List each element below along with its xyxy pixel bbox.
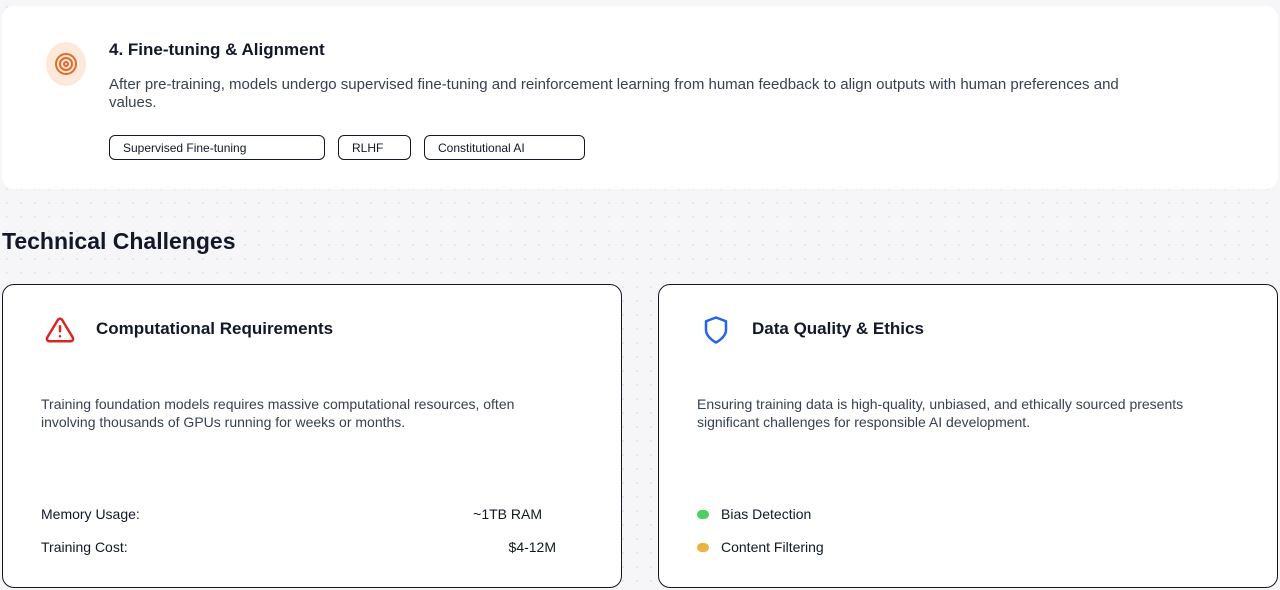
feature-label: Content Filtering xyxy=(721,539,824,555)
section-title: Technical Challenges xyxy=(2,228,236,254)
challenge-description: Training foundation models requires mass… xyxy=(41,396,515,430)
tag-list: Supervised Fine-tuning RLHF Constitution… xyxy=(109,135,585,160)
metric-value-cost: $4-12M xyxy=(508,539,556,555)
challenge-card-computational: Computational Requirements Training foun… xyxy=(2,284,622,588)
status-dot-green xyxy=(697,509,709,519)
tag-constitutional-ai[interactable]: Constitutional AI xyxy=(424,135,585,160)
challenge-card-data-quality: Data Quality & Ethics Ensuring training … xyxy=(658,284,1278,588)
metric-label-memory: Memory Usage: xyxy=(41,506,140,522)
challenge-description: Ensuring training data is high-quality, … xyxy=(697,396,1184,430)
tag-supervised-fine-tuning[interactable]: Supervised Fine-tuning xyxy=(109,135,325,160)
tag-rlhf[interactable]: RLHF xyxy=(338,135,411,160)
feature-label: Bias Detection xyxy=(721,506,812,522)
challenge-title: Data Quality & Ethics xyxy=(752,319,924,338)
metric-label-cost: Training Cost: xyxy=(41,539,128,555)
warning-triangle-icon xyxy=(45,315,75,345)
feature-content-filtering: Content Filtering xyxy=(697,539,824,555)
stage-card: 4. Fine-tuning & Alignment After pre-tra… xyxy=(2,6,1278,189)
stage-title: 4. Fine-tuning & Alignment xyxy=(109,40,325,59)
challenge-title: Computational Requirements xyxy=(96,319,334,338)
status-dot-yellow xyxy=(697,542,709,552)
metric-value-memory: ~1TB RAM xyxy=(473,506,542,522)
target-icon xyxy=(46,42,86,86)
feature-bias-detection: Bias Detection xyxy=(697,506,811,522)
page: 4. Fine-tuning & Alignment After pre-tra… xyxy=(0,0,1280,590)
stage-description: After pre-training, models undergo super… xyxy=(109,76,1119,111)
shield-icon xyxy=(701,315,731,345)
